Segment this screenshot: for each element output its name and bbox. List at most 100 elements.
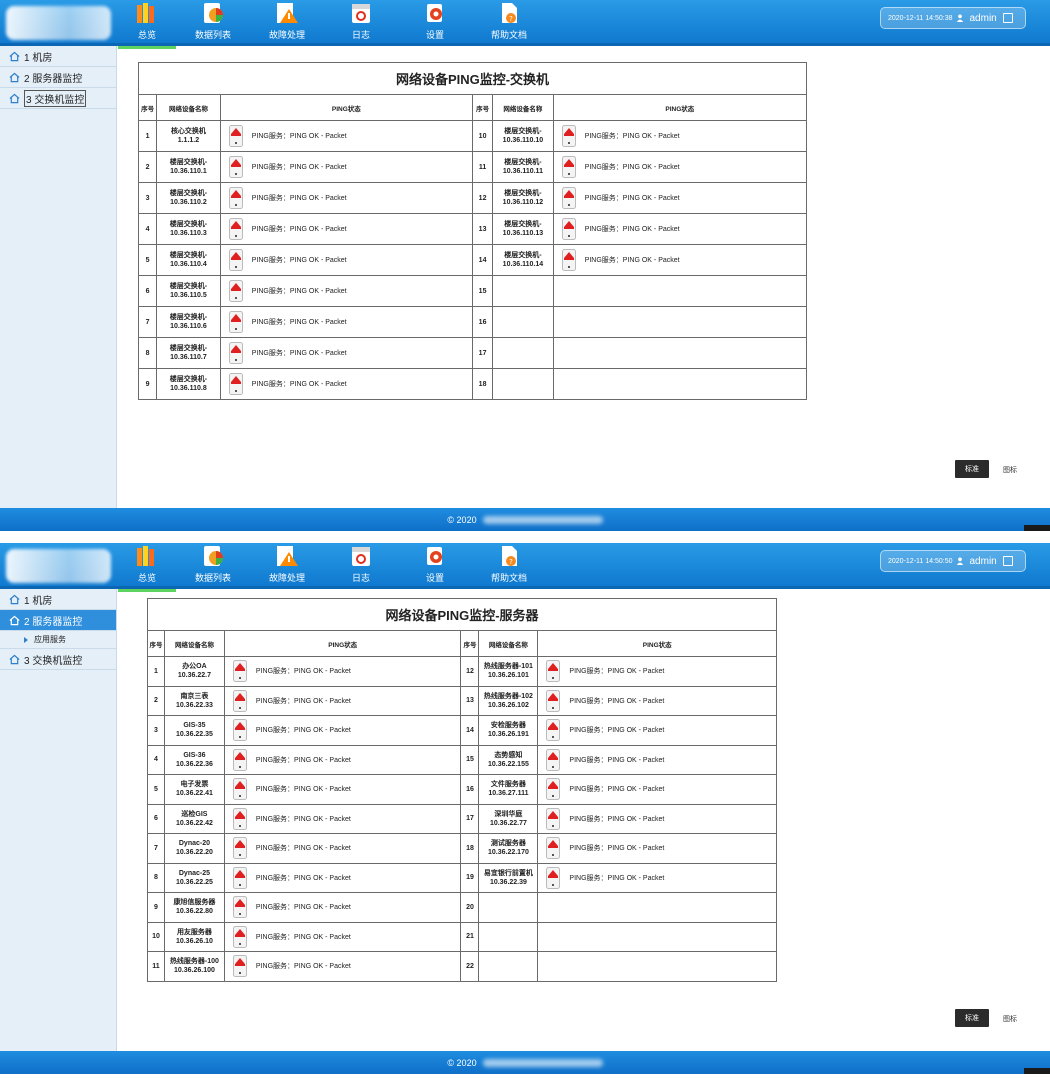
ping-status-icon: [228, 249, 243, 271]
logout-icon[interactable]: [1002, 13, 1013, 23]
nav-item-fault-warning[interactable]: 故障处理: [250, 0, 324, 46]
nav-item-data-list-chart[interactable]: 数据列表: [176, 0, 250, 46]
sidebar-item[interactable]: 1 机房: [0, 46, 116, 67]
device-ip: 10.36.22.36: [175, 760, 213, 768]
blurred-footer-text: [482, 1058, 603, 1067]
data-list-chart-icon: [200, 544, 226, 568]
device-name-line1: 康旭信服务器: [173, 899, 216, 907]
ping-status-icon: [232, 837, 247, 860]
icon-view-button[interactable]: 图标: [1003, 1014, 1017, 1024]
footer: © 2020: [0, 1051, 1050, 1074]
header-device-name: 网络设备名称: [478, 630, 539, 657]
sidebar-item[interactable]: 2 服务器监控: [0, 67, 116, 88]
header-index: 序号: [137, 94, 158, 121]
standard-view-button[interactable]: 标准: [955, 1009, 989, 1027]
ping-status-text: PING服务：PING OK - Packet: [569, 815, 665, 823]
home-icon: [9, 93, 20, 103]
header-device-name: 网络设备名称: [156, 94, 221, 121]
ping-status: PING服务：PING OK - Packet: [232, 778, 461, 801]
nav-item-data-list-chart[interactable]: 数据列表: [176, 543, 250, 589]
nav-item-log-calendar[interactable]: 日志: [324, 543, 398, 589]
device-ip: 10.36.110.7: [170, 354, 207, 361]
device-name-line1: 用友服务器: [176, 928, 212, 936]
help-document-icon: ?: [496, 1, 522, 25]
device-name-line1: GIS-35: [183, 722, 206, 730]
ping-status-cell: PING服务：PING OK - Packet: [219, 213, 473, 245]
row-index: 2: [147, 685, 165, 716]
nav-item-label: 数据列表: [194, 30, 231, 40]
ping-status: PING服务：PING OK - Packet: [232, 896, 461, 919]
ping-status-icon: [561, 249, 576, 271]
nav-item-fault-warning[interactable]: 故障处理: [250, 543, 324, 589]
username-text[interactable]: admin: [969, 556, 996, 567]
ping-status-cell: PING服务：PING OK - Packet: [537, 685, 777, 716]
data-list-chart-icon: [200, 1, 226, 25]
nav-item-label: 故障处理: [268, 30, 305, 40]
ping-status: PING服务：PING OK - Packet: [561, 156, 806, 178]
table-row: 8 Dynac-25 10.36.22.25 PING服务：PING OK - Pac…: [147, 862, 777, 893]
overview-books-icon: [134, 1, 160, 25]
nav-item-log-calendar[interactable]: 日志: [324, 0, 398, 46]
ping-status-icon: [561, 218, 576, 240]
top-nav-bar: 总览 数据列表 故障处理 日志 设置? 帮助文档 2020-12-11 14:50:38 …: [0, 0, 1050, 49]
ping-status-cell: [552, 337, 808, 369]
ping-status-icon: [228, 125, 243, 147]
ping-status-text: PING服务：PING OK - Packet: [255, 815, 351, 823]
ping-status-cell: PING服务：PING OK - Packet: [219, 337, 473, 369]
nav-item-overview-books[interactable]: 总览: [118, 0, 176, 49]
device-name: 态势感知 10.36.22.155: [478, 744, 539, 775]
ping-status-cell: PING服务：PING OK - Packet: [223, 803, 462, 834]
nav-item-help-document[interactable]: ? 帮助文档: [472, 543, 546, 589]
device-ip: 10.36.110.11: [502, 168, 543, 175]
sidebar-subitem[interactable]: 应用服务: [0, 631, 116, 649]
nav-item-label: 总览: [137, 573, 156, 583]
username-text[interactable]: admin: [969, 13, 996, 24]
nav-item-label: 数据列表: [194, 573, 231, 583]
device-name: 办公OA 10.36.22.7: [163, 656, 225, 687]
ping-status: PING服务：PING OK - Packet: [546, 719, 776, 742]
ping-status-text: PING服务：PING OK - Packet: [251, 350, 347, 357]
table-row: 1 办公OA 10.36.22.7 PING服务：PING OK - Packet 12…: [147, 656, 777, 687]
ping-status-cell: PING服务：PING OK - Packet: [537, 744, 777, 775]
row-index: 15: [471, 275, 494, 307]
ping-status-cell: [552, 275, 808, 307]
device-name-line1: 南京三表: [180, 692, 209, 700]
sidebar-item[interactable]: 2 服务器监控: [0, 610, 116, 631]
ping-status: PING服务：PING OK - Packet: [228, 218, 472, 240]
device-ip: 10.36.110.12: [502, 199, 544, 206]
ping-status-icon: [228, 342, 243, 364]
ping-status-text: PING服务：PING OK - Packet: [251, 195, 347, 202]
device-name: 安检服务器 10.36.26.191: [478, 715, 539, 746]
datetime-text: 2020-12-11 14:50:38: [888, 14, 953, 22]
ping-status-cell: [537, 921, 777, 952]
svg-text:?: ?: [509, 15, 513, 23]
ping-status-icon: [228, 187, 243, 209]
device-ip: 10.36.110.8: [170, 385, 207, 392]
icon-view-button[interactable]: 图标: [1003, 465, 1017, 475]
device-name-line1: 楼层交换机-: [504, 190, 542, 197]
nav-item-label: 设置: [425, 30, 444, 40]
ping-status: PING服务：PING OK - Packet: [232, 925, 461, 948]
ping-status-text: PING服务：PING OK - Packet: [569, 845, 665, 853]
ping-status-icon: [232, 748, 247, 771]
ping-status-text: PING服务：PING OK - Packet: [251, 133, 347, 140]
nav-item-label: 日志: [351, 30, 370, 40]
standard-view-button[interactable]: 标准: [955, 460, 989, 478]
sidebar-item-label: 3 交换机监控: [24, 655, 83, 667]
device-name-line1: 楼层交换机-: [169, 221, 208, 228]
device-name: [478, 921, 539, 952]
device-ip: 10.36.22.170: [487, 849, 529, 857]
nav-item-settings-gear[interactable]: 设置: [398, 0, 472, 46]
blurred-footer-text: [482, 515, 603, 524]
nav-item-overview-books[interactable]: 总览: [118, 543, 176, 592]
ping-status-icon: [546, 719, 561, 742]
device-name: [478, 892, 539, 923]
logout-icon[interactable]: [1002, 556, 1013, 566]
sidebar-item[interactable]: 1 机房: [0, 589, 116, 610]
nav-item-help-document[interactable]: ? 帮助文档: [472, 0, 546, 46]
ping-status: PING服务：PING OK - Packet: [228, 156, 472, 178]
nav-item-settings-gear[interactable]: 设置: [398, 543, 472, 589]
sidebar-item[interactable]: 3 交换机监控: [0, 88, 116, 109]
device-ip: 10.36.26.101: [487, 672, 529, 680]
sidebar-item[interactable]: 3 交换机监控: [0, 649, 116, 670]
